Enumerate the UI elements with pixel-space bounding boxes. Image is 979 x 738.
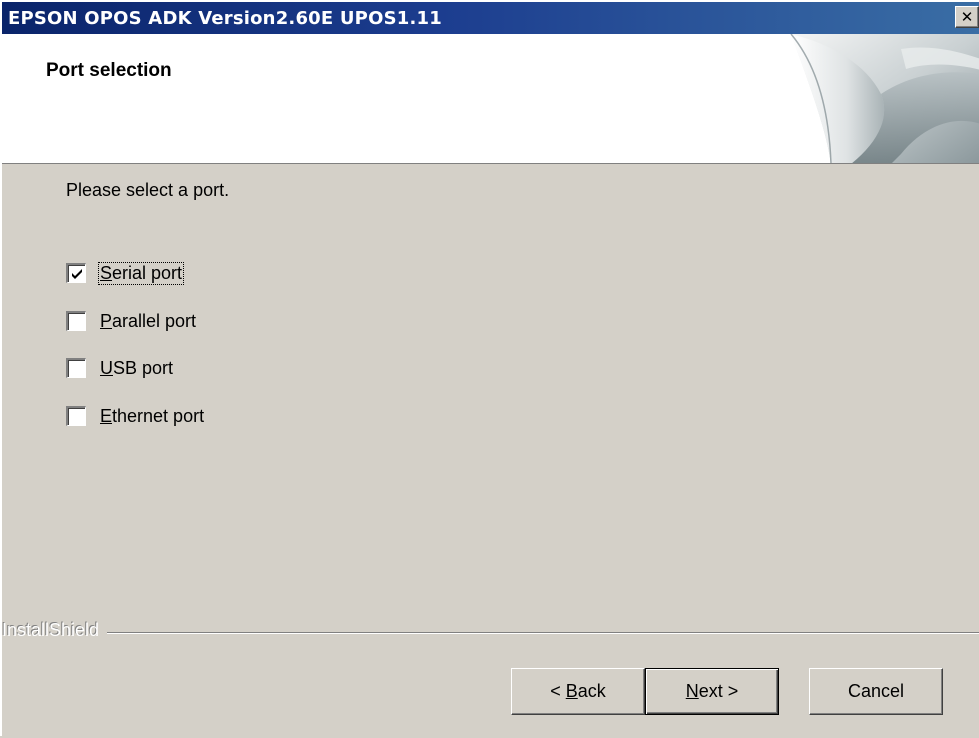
- page-curl-graphic: [790, 34, 979, 163]
- ethernet-port-option[interactable]: Ethernet port: [66, 404, 205, 428]
- usb-port-checkbox[interactable]: [66, 358, 86, 378]
- wizard-content: Please select a port. Serial port Parall…: [2, 165, 979, 738]
- ethernet-port-checkbox[interactable]: [66, 406, 86, 426]
- serial-port-checkbox[interactable]: [66, 263, 86, 283]
- window-title: EPSON OPOS ADK Version2.60E UPOS1.11: [8, 8, 442, 29]
- wizard-header: Port selection: [2, 34, 979, 164]
- serial-port-option[interactable]: Serial port: [66, 261, 185, 285]
- back-button[interactable]: < Back: [511, 668, 645, 715]
- separator-line: [2, 632, 979, 634]
- instruction-text: Please select a port.: [66, 180, 230, 200]
- close-icon: ✕: [960, 7, 974, 26]
- installer-window: EPSON OPOS ADK Version2.60E UPOS1.11 ✕ P…: [0, 0, 979, 736]
- parallel-port-checkbox[interactable]: [66, 311, 86, 331]
- usb-port-option[interactable]: USB port: [66, 356, 174, 380]
- title-bar[interactable]: EPSON OPOS ADK Version2.60E UPOS1.11 ✕: [2, 2, 979, 34]
- page-title: Port selection: [46, 60, 172, 81]
- parallel-port-label[interactable]: Parallel port: [99, 311, 197, 332]
- next-button[interactable]: Next >: [645, 668, 779, 715]
- usb-port-label[interactable]: USB port: [99, 358, 174, 379]
- parallel-port-option[interactable]: Parallel port: [66, 309, 197, 333]
- installshield-separator: InstallShield: [2, 620, 979, 644]
- ethernet-port-label[interactable]: Ethernet port: [99, 406, 205, 427]
- cancel-button[interactable]: Cancel: [809, 668, 943, 715]
- close-button[interactable]: ✕: [955, 6, 979, 28]
- serial-port-label[interactable]: Serial port: [97, 261, 185, 285]
- installshield-brand: InstallShield: [2, 620, 108, 641]
- checkmark-icon: [72, 269, 82, 279]
